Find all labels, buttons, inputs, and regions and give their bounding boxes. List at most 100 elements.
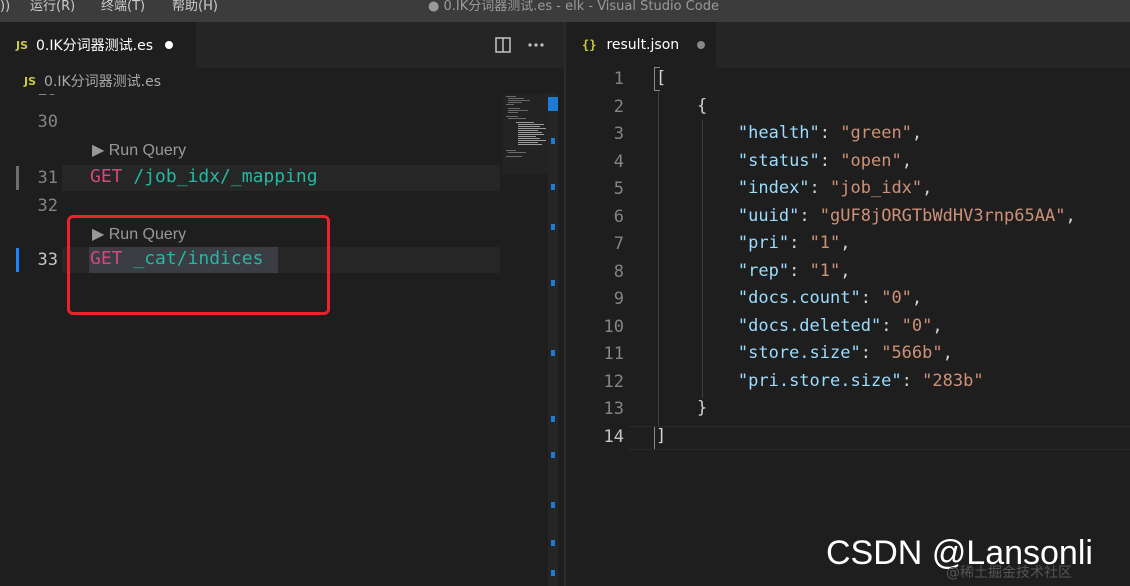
json-punct: :	[789, 233, 810, 253]
ruler-marker	[551, 570, 555, 576]
right-editor-group: {} result.json 1 [2 {3 "health": "green",…	[566, 22, 1130, 586]
json-value: "1"	[809, 260, 841, 281]
tab-ik-es[interactable]: JS 0.IK分词器测试.es	[0, 22, 196, 68]
js-file-icon: JS	[16, 38, 29, 52]
breadcrumb: JS 0.IK分词器测试.es	[0, 68, 564, 94]
json-line: "pri": "1",	[656, 233, 851, 253]
line-number: 13	[603, 399, 624, 419]
json-punct: :	[881, 315, 902, 336]
json-punct	[656, 288, 738, 308]
json-punct	[656, 343, 738, 363]
json-value: "job_idx"	[830, 178, 923, 198]
line-number: 3	[613, 124, 624, 144]
breadcrumb-file[interactable]: 0.IK分词器测试.es	[44, 71, 161, 91]
json-file-icon: {}	[582, 38, 597, 52]
json-punct	[656, 261, 738, 281]
json-key: "health"	[737, 123, 820, 143]
line-number: 9	[613, 289, 624, 309]
line-number: 29	[0, 94, 58, 100]
unsaved-dot-icon[interactable]	[165, 41, 174, 49]
json-line: [	[656, 68, 666, 88]
more-actions-icon[interactable]	[526, 36, 546, 54]
clipped-line: 29	[0, 94, 500, 102]
json-punct	[656, 316, 738, 336]
json-value: "open"	[840, 150, 902, 171]
menu-item-run[interactable]: 运行(R)	[30, 0, 75, 22]
split-editor-icon[interactable]	[494, 36, 512, 54]
json-punct	[656, 206, 738, 226]
json-value: "gUF8jORGTbWdHV3rnp65AA"	[819, 205, 1066, 226]
json-value: "566b"	[881, 343, 943, 363]
unsaved-dot-icon[interactable]	[697, 41, 706, 49]
http-method: GET	[90, 166, 123, 187]
line-number: 7	[613, 234, 624, 254]
line-number: 14	[603, 426, 624, 447]
json-punct: ,	[840, 260, 851, 281]
tab-label: result.json	[606, 37, 680, 53]
ruler-marker	[551, 224, 555, 230]
json-line: "uuid": "gUF8jORGTbWdHV3rnp65AA",	[656, 206, 1076, 226]
json-punct: ,	[1065, 205, 1076, 226]
line-number: 6	[613, 206, 624, 227]
json-punct: {	[656, 95, 708, 116]
json-key: "index"	[737, 178, 810, 198]
tab-result-json[interactable]: {} result.json	[566, 22, 716, 68]
json-punct	[656, 178, 738, 198]
ruler-marker	[548, 97, 558, 111]
ruler-marker	[551, 540, 555, 546]
json-punct: :	[799, 205, 820, 226]
json-punct: ,	[911, 288, 923, 308]
json-line: "status": "open",	[656, 151, 912, 171]
current-line-highlight	[628, 426, 1130, 450]
json-line: {	[656, 96, 707, 116]
json-value: "green"	[840, 123, 912, 143]
minimap[interactable]	[502, 94, 548, 174]
left-tab-bar: JS 0.IK分词器测试.es	[0, 22, 564, 68]
json-punct: ,	[932, 315, 943, 336]
json-punct: ,	[911, 123, 923, 143]
json-punct	[656, 123, 738, 143]
ruler-marker	[551, 138, 555, 144]
line-number: 8	[613, 261, 624, 282]
json-line: "pri.store.size": "283b"	[656, 371, 984, 391]
json-punct: [	[656, 68, 667, 88]
ruler-marker	[551, 280, 555, 286]
ruler-marker	[551, 184, 555, 190]
json-key: "rep"	[737, 260, 790, 281]
json-punct: }	[656, 398, 708, 418]
line-number: 31	[37, 168, 58, 188]
menu-item-help[interactable]: 帮助(H)	[172, 0, 218, 22]
run-query-codelens[interactable]: ▶ Run Query	[92, 140, 186, 160]
json-value: "283b"	[922, 370, 984, 391]
tab-label: 0.IK分词器测试.es	[36, 38, 154, 54]
json-punct	[656, 233, 738, 253]
overview-ruler[interactable]	[548, 94, 558, 586]
right-tab-bar: {} result.json	[566, 22, 1130, 68]
json-punct: :	[901, 370, 923, 391]
ruler-marker	[551, 452, 555, 458]
json-punct: :	[819, 123, 841, 143]
json-value: "0"	[901, 315, 933, 336]
menu-item-terminal[interactable]: 终端(T)	[101, 0, 145, 22]
json-key: "uuid"	[737, 205, 800, 226]
line-number: 11	[603, 344, 624, 364]
window-title: ● 0.IK分词器测试.es - elk - Visual Studio Cod…	[428, 0, 719, 14]
json-value: "0"	[881, 288, 912, 308]
ruler-marker	[551, 350, 555, 356]
line-number: 12	[603, 371, 624, 392]
left-editor-group: JS 0.IK分词器测试.es JS 0.IK分词器测试.es 29 30 ▶ …	[0, 22, 564, 586]
menu-item-fragment[interactable]: ))	[0, 0, 10, 22]
ruler-marker	[551, 416, 555, 422]
json-punct: :	[809, 178, 831, 198]
json-line: "rep": "1",	[656, 261, 851, 281]
json-punct: :	[860, 343, 882, 363]
json-value: "1"	[809, 233, 841, 253]
json-punct: :	[860, 288, 882, 308]
json-line: ]	[656, 426, 666, 446]
line-number: 5	[613, 179, 624, 199]
json-line: "docs.count": "0",	[656, 288, 922, 308]
code-line: GET /job_idx/_mapping	[90, 166, 318, 187]
json-punct: ]	[656, 425, 667, 446]
json-punct: ,	[922, 178, 933, 198]
json-key: "status"	[737, 150, 820, 171]
